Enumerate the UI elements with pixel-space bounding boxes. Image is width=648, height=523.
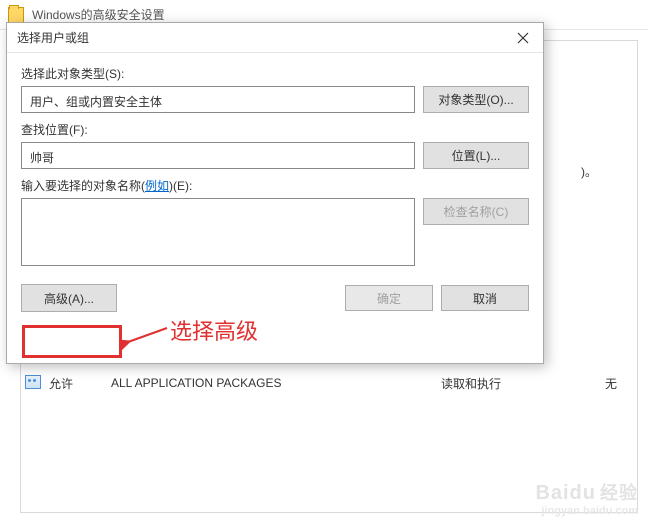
access-type-cell: 允许 — [49, 375, 111, 392]
example-link[interactable]: 例如 — [145, 179, 169, 193]
advanced-button[interactable]: 高级(A)... — [21, 284, 117, 312]
object-names-group: 输入要选择的对象名称(例如)(E): 检查名称(C) — [21, 177, 529, 266]
watermark: Baidu经验 jingyan.baidu.com — [535, 479, 638, 517]
check-names-button[interactable]: 检查名称(C) — [423, 198, 529, 225]
location-label: 查找位置(F): — [21, 121, 529, 138]
table-row[interactable]: 允许 ALL APPLICATION PACKAGES 读取和执行 无 — [21, 373, 637, 393]
object-names-input[interactable] — [21, 198, 415, 266]
location-group: 查找位置(F): 帅哥 位置(L)... — [21, 121, 529, 169]
close-button[interactable] — [513, 28, 533, 48]
dialog-titlebar[interactable]: 选择用户或组 — [7, 23, 543, 53]
object-type-group: 选择此对象类型(S): 用户、组或内置安全主体 对象类型(O)... — [21, 65, 529, 113]
parent-title: Windows的高级安全设置 — [32, 6, 165, 23]
principal-icon — [21, 375, 49, 392]
close-icon — [517, 32, 529, 44]
location-field: 帅哥 — [21, 142, 415, 169]
bg-text-fragment: )。 — [581, 163, 597, 180]
cancel-button[interactable]: 取消 — [441, 285, 529, 311]
object-types-button[interactable]: 对象类型(O)... — [423, 86, 529, 113]
dialog-body: 选择此对象类型(S): 用户、组或内置安全主体 对象类型(O)... 查找位置(… — [7, 53, 543, 284]
select-user-group-dialog: 选择用户或组 选择此对象类型(S): 用户、组或内置安全主体 对象类型(O)..… — [6, 22, 544, 364]
object-type-field: 用户、组或内置安全主体 — [21, 86, 415, 113]
ok-button[interactable]: 确定 — [345, 285, 433, 311]
principal-cell: ALL APPLICATION PACKAGES — [111, 376, 441, 390]
locations-button[interactable]: 位置(L)... — [423, 142, 529, 169]
object-type-label: 选择此对象类型(S): — [21, 65, 529, 82]
folder-icon — [8, 7, 24, 23]
dialog-footer: 高级(A)... 确定 取消 — [7, 284, 543, 326]
dialog-title: 选择用户或组 — [17, 29, 89, 46]
object-names-label: 输入要选择的对象名称(例如)(E): — [21, 177, 529, 194]
permission-cell: 读取和执行 — [441, 375, 561, 392]
inherit-cell: 无 — [561, 375, 637, 392]
